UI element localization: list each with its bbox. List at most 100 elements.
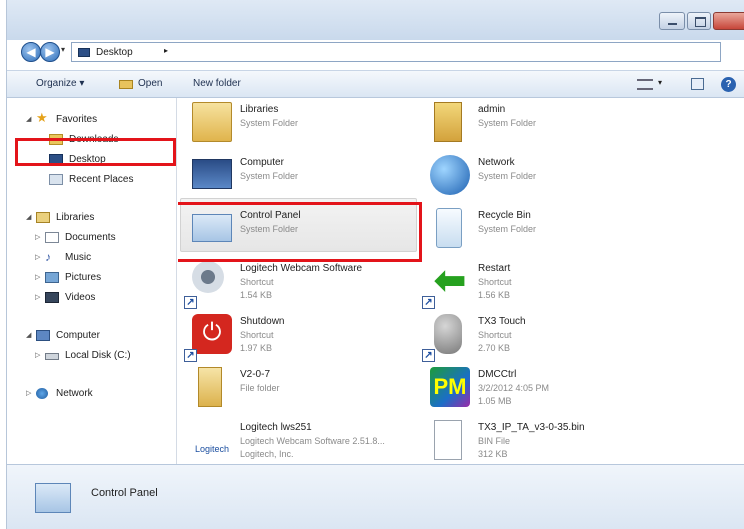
item-name: Computer [240, 157, 284, 168]
new-folder-button[interactable]: New folder [193, 78, 241, 89]
breadcrumb-separator[interactable]: ▸ [164, 46, 168, 55]
list-item-v2-0-7[interactable]: V2-0-7 File folder [184, 363, 424, 415]
item-size: 1.97 KB [240, 343, 273, 353]
collapse-arrow-icon[interactable]: ◢ [26, 115, 31, 123]
forward-button[interactable]: ▶ [40, 42, 60, 62]
expand-arrow-icon[interactable]: ▷ [35, 273, 40, 281]
close-button[interactable] [713, 12, 744, 30]
open-folder-icon [119, 80, 133, 89]
item-type: System Folder [478, 224, 537, 234]
item-type: Shortcut [240, 330, 274, 340]
item-type: System Folder [240, 171, 299, 181]
expand-arrow-icon[interactable]: ▷ [35, 233, 40, 241]
nav-label: Documents [65, 232, 116, 243]
webcam-icon [192, 261, 224, 293]
bin-file-icon [434, 420, 462, 460]
network-icon [430, 155, 470, 195]
item-size: 2.70 KB [478, 343, 511, 353]
title-bar [7, 0, 744, 40]
list-item-shutdown[interactable]: ⏻ ↗ Shutdown Shortcut 1.97 KB [184, 310, 424, 362]
item-name: TX3_IP_TA_v3-0-35.bin [478, 422, 585, 433]
minimize-button[interactable] [659, 12, 685, 30]
back-button[interactable]: ◀ [21, 42, 41, 62]
music-note-icon: ♪ [45, 250, 51, 264]
item-name: Logitech lws251 [240, 422, 312, 433]
item-name: Recycle Bin [478, 210, 531, 221]
nav-label: Desktop [69, 154, 106, 165]
file-list: Libraries System Folder admin System Fol… [178, 98, 744, 464]
item-name: admin [478, 104, 506, 115]
nav-label: Favorites [56, 114, 98, 125]
shortcut-arrow-icon: ↗ [422, 296, 435, 309]
recent-pages-dropdown[interactable]: ▾ [61, 45, 65, 54]
shortcut-arrow-icon: ↗ [422, 349, 435, 362]
restart-arrow-icon: ⬅ [434, 260, 466, 302]
list-item-logitech-lws251[interactable]: Logitech Logitech lws251 Logitech Webcam… [184, 416, 424, 464]
navigation-pane: ◢ ★ Favorites Downloads Desktop Recent P… [7, 98, 177, 464]
item-name: Logitech Webcam Software [240, 263, 363, 274]
desktop-icon [49, 154, 63, 165]
list-item-tx3-bin[interactable]: TX3_IP_TA_v3-0-35.bin BIN File 312 KB [422, 416, 662, 464]
computer-icon [192, 159, 232, 189]
desktop-icon [78, 48, 90, 57]
list-item-restart[interactable]: ⬅ ↗ Restart Shortcut 1.56 KB [422, 257, 662, 309]
nav-label: Network [56, 388, 93, 399]
shortcut-arrow-icon: ↗ [184, 349, 197, 362]
dmc-app-icon: PM [430, 367, 470, 407]
organize-button[interactable]: Organize ▾ [36, 78, 84, 89]
list-item-control-panel[interactable]: Control Panel System Folder [184, 204, 424, 256]
item-name: Network [478, 157, 515, 168]
list-item-network[interactable]: Network System Folder [422, 151, 662, 203]
list-item-computer[interactable]: Computer System Folder [184, 151, 424, 203]
address-field[interactable]: Desktop ▸ ▾ ↻ [71, 42, 721, 62]
recent-places-icon [49, 174, 63, 185]
address-bar: ◀ ▶ ▾ Desktop ▸ ▾ ↻ [7, 40, 744, 64]
list-item-recycle-bin[interactable]: Recycle Bin System Folder [422, 204, 662, 256]
views-dropdown[interactable]: ▾ [658, 78, 662, 87]
nav-label: Pictures [65, 272, 102, 283]
item-type: System Folder [478, 118, 537, 128]
item-company: Logitech, Inc. [240, 449, 294, 459]
collapse-arrow-icon[interactable]: ◢ [26, 331, 31, 339]
nav-label: Recent Places [69, 174, 134, 185]
open-button[interactable]: Open [138, 78, 162, 89]
downloads-folder-icon [49, 134, 63, 145]
item-size: 1.05 MB [478, 396, 512, 406]
list-item-admin[interactable]: admin System Folder [422, 98, 662, 150]
item-type: Shortcut [478, 277, 512, 287]
expand-arrow-icon[interactable]: ▷ [26, 389, 31, 397]
maximize-button[interactable] [687, 12, 711, 30]
nav-label: Music [65, 252, 92, 263]
item-type: System Folder [240, 118, 299, 128]
item-type: System Folder [478, 171, 537, 181]
item-type: System Folder [240, 224, 299, 234]
nav-label: Local Disk (C:) [65, 350, 131, 361]
preview-pane-icon[interactable] [691, 78, 704, 90]
command-bar: Organize ▾ Open New folder ▾ ? [7, 70, 744, 98]
item-name: Restart [478, 263, 511, 274]
breadcrumb-desktop[interactable]: Desktop [96, 47, 133, 58]
list-item-logitech-webcam[interactable]: ↗ Logitech Webcam Software Shortcut 1.54… [184, 257, 424, 309]
item-name: Shutdown [240, 316, 285, 327]
expand-arrow-icon[interactable]: ▷ [35, 253, 40, 261]
item-modified-date: 3/2/2012 4:05 PM [478, 383, 550, 393]
views-icon[interactable] [637, 79, 653, 90]
list-item-libraries[interactable]: Libraries System Folder [184, 98, 424, 150]
details-item-name: Control Panel [91, 487, 158, 499]
item-type: File folder [240, 383, 280, 393]
item-name: TX3 Touch [478, 316, 526, 327]
nav-label: Computer [56, 330, 100, 341]
expand-arrow-icon[interactable]: ▷ [35, 351, 40, 359]
explorer-window: ◀ ▶ ▾ Desktop ▸ ▾ ↻ Organize ▾ Open New … [6, 0, 744, 529]
videos-icon [45, 292, 59, 303]
list-item-dmcctrl[interactable]: PM DMCCtrl 3/2/2012 4:05 PM 1.05 MB [422, 363, 662, 415]
expand-arrow-icon[interactable]: ▷ [35, 293, 40, 301]
user-folder-icon [434, 102, 462, 142]
computer-icon [36, 330, 50, 341]
list-item-tx3-touch[interactable]: ↗ TX3 Touch Shortcut 2.70 KB [422, 310, 662, 362]
item-type: Shortcut [240, 277, 274, 287]
logitech-logo-icon: Logitech [194, 444, 230, 454]
nav-label: Videos [65, 292, 96, 303]
collapse-arrow-icon[interactable]: ◢ [26, 213, 31, 221]
help-icon[interactable]: ? [721, 77, 736, 92]
